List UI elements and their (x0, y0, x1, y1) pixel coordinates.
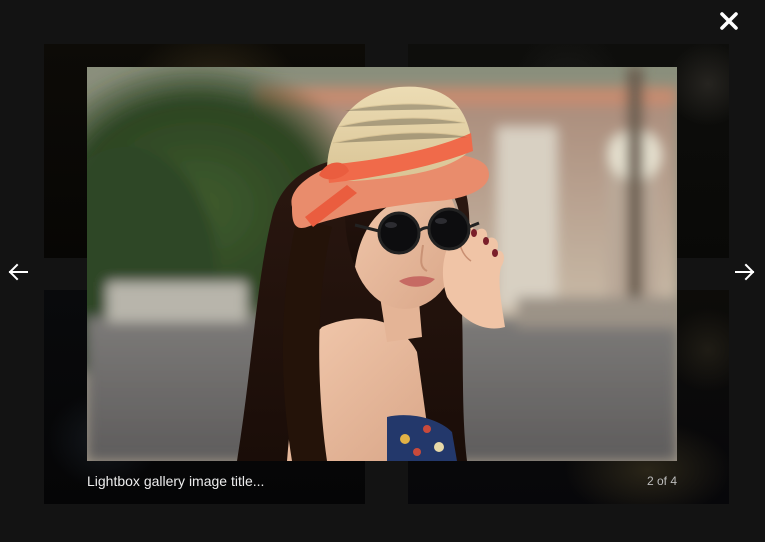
close-icon (720, 12, 738, 30)
image-title: Lightbox gallery image title... (87, 473, 265, 489)
previous-button[interactable] (0, 255, 36, 289)
image-counter: 2 of 4 (646, 474, 677, 488)
arrow-right-icon (735, 263, 755, 281)
next-button[interactable] (727, 255, 763, 289)
arrow-left-icon (8, 263, 28, 281)
lightbox-overlay: Lightbox gallery image title... 2 of 4 (0, 0, 765, 542)
lightbox-image (87, 67, 677, 461)
lightbox-caption: Lightbox gallery image title... 2 of 4 (87, 466, 677, 496)
close-button[interactable] (712, 4, 746, 38)
photo-woman-in-hat (87, 67, 677, 461)
